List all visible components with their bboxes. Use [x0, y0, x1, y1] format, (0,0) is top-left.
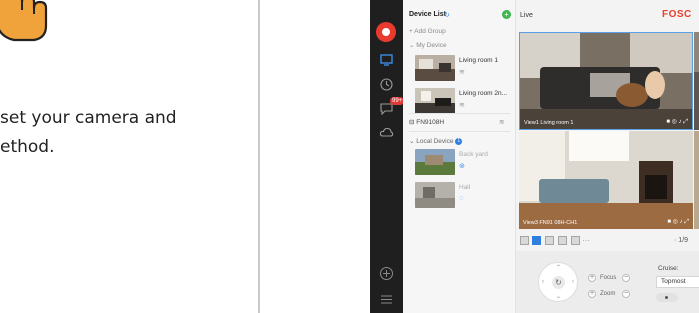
- device-thumbnail: [415, 149, 455, 175]
- instruction-line-2: ethod.: [0, 137, 55, 157]
- device-name: Living room 1: [459, 57, 499, 64]
- device-name: Living room 2n...: [459, 90, 508, 97]
- foscam-app-window: 99+ Device List ↻ + + Add Group ⌄ My Dev…: [370, 0, 699, 313]
- panel-divider: [258, 0, 260, 313]
- prev-page-icon[interactable]: ‹: [674, 237, 676, 244]
- brand-logo: FOSC: [662, 9, 692, 20]
- my-device-label: My Device: [416, 42, 447, 49]
- local-device-count: 1: [455, 137, 463, 145]
- my-device-group[interactable]: ⌄ My Device: [409, 41, 447, 49]
- layout-8-icon[interactable]: [558, 236, 567, 245]
- video-view-2[interactable]: [694, 32, 699, 130]
- settings-sliders-icon[interactable]: ≋: [459, 101, 465, 109]
- local-device-label: Local Device: [416, 138, 454, 145]
- local-device-group[interactable]: ⌄ Local Device 1: [409, 137, 463, 145]
- page: set your camera and ethod. 99+ Device Li…: [0, 0, 699, 313]
- view-label: View1 Living room 1: [524, 120, 574, 126]
- cloud-link-icon[interactable]: ⊚: [459, 162, 465, 170]
- page-indicator: 1/9: [678, 237, 689, 244]
- instruction-line-1: set your camera and: [0, 108, 177, 128]
- device-list-title: Device List: [409, 11, 446, 18]
- view-controls[interactable]: ■ ◎ ♪ ⤢: [666, 118, 688, 126]
- menu-icon[interactable]: [379, 292, 394, 307]
- view-label: View3 FN91 08H-CH1: [523, 220, 578, 226]
- cruise-select-value: Topmost: [661, 278, 686, 285]
- refresh-icon[interactable]: ↻: [444, 11, 450, 19]
- nvr-icon: ⊟: [409, 119, 415, 126]
- playback-icon[interactable]: [379, 77, 394, 92]
- add-icon[interactable]: [379, 266, 394, 281]
- hall-video-frame: [519, 131, 693, 229]
- zoom-label: Zoom: [600, 291, 616, 297]
- tap-hand-icon: [0, 0, 58, 48]
- divider: [409, 131, 510, 132]
- loading-spinner-icon: ◌: [459, 195, 464, 202]
- add-group-link[interactable]: + Add Group: [409, 28, 446, 35]
- divider: [409, 113, 510, 114]
- chevron-down-icon: ⌄: [409, 138, 415, 145]
- focus-label: Focus: [600, 275, 617, 281]
- nvr-item[interactable]: ⊟ FN9108H: [409, 118, 444, 126]
- add-device-icon[interactable]: +: [502, 10, 511, 19]
- live-view-area: Live FOSC View1 Living room 1 ■ ◎ ♪ ⤢ Vi…: [516, 0, 699, 313]
- layout-6-icon[interactable]: [545, 236, 554, 245]
- nvr-name: FN9108H: [416, 119, 445, 126]
- device-item[interactable]: Hall ◌: [403, 179, 516, 217]
- focus-minus-button[interactable]: −: [622, 274, 630, 282]
- page-title: Live: [520, 12, 533, 19]
- video-view-3[interactable]: View3 FN91 08H-CH1 ■ ◎ ♪ ⤢: [519, 131, 693, 229]
- pager: ‹ 1/9: [674, 237, 688, 244]
- up-arrow-icon[interactable]: ⌃: [556, 264, 561, 271]
- down-arrow-icon[interactable]: ⌄: [556, 293, 561, 300]
- reset-icon[interactable]: ↻: [552, 276, 565, 289]
- chevron-down-icon: ⌄: [409, 42, 415, 49]
- cruise-start-button[interactable]: [656, 293, 678, 302]
- device-name: Hall: [459, 184, 471, 191]
- zoom-minus-button[interactable]: −: [622, 290, 630, 298]
- layout-1-icon[interactable]: [520, 236, 529, 245]
- zoom-plus-button[interactable]: +: [588, 290, 596, 298]
- video-view-1[interactable]: View1 Living room 1 ■ ◎ ♪ ⤢: [519, 32, 693, 130]
- device-thumbnail: [415, 182, 455, 208]
- device-thumbnail: [415, 88, 455, 114]
- settings-sliders-icon[interactable]: ≋: [499, 118, 504, 126]
- view-controls[interactable]: ■ ◎ ♪ ⤢: [667, 218, 689, 226]
- more-layouts-icon[interactable]: ···: [582, 237, 590, 245]
- left-arrow-icon[interactable]: ‹: [542, 279, 544, 285]
- focus-plus-button[interactable]: +: [588, 274, 596, 282]
- camera-logo-icon[interactable]: [376, 22, 396, 42]
- settings-sliders-icon[interactable]: ≋: [459, 68, 465, 76]
- right-arrow-icon[interactable]: ›: [572, 279, 574, 285]
- instruction-panel: set your camera and ethod.: [0, 0, 258, 313]
- live-view-icon[interactable]: [379, 52, 394, 67]
- video-frame-partial: [694, 131, 699, 229]
- cruise-label: Cruise:: [658, 265, 679, 272]
- device-list-panel: Device List ↻ + + Add Group ⌄ My Device …: [403, 0, 516, 313]
- video-frame-partial: [694, 32, 699, 130]
- layout-4-icon[interactable]: [532, 236, 541, 245]
- video-view-4[interactable]: [694, 131, 699, 229]
- layout-9-icon[interactable]: [571, 236, 580, 245]
- living-room-video-frame: [520, 33, 692, 129]
- cloud-icon[interactable]: [379, 125, 394, 140]
- ptz-direction-pad[interactable]: ⌃ ⌄ ‹ › ↻: [538, 262, 578, 302]
- device-thumbnail: [415, 55, 455, 81]
- nav-rail: 99+: [370, 0, 405, 313]
- cruise-select[interactable]: Topmost: [656, 276, 699, 288]
- device-name: Back yard: [459, 151, 488, 158]
